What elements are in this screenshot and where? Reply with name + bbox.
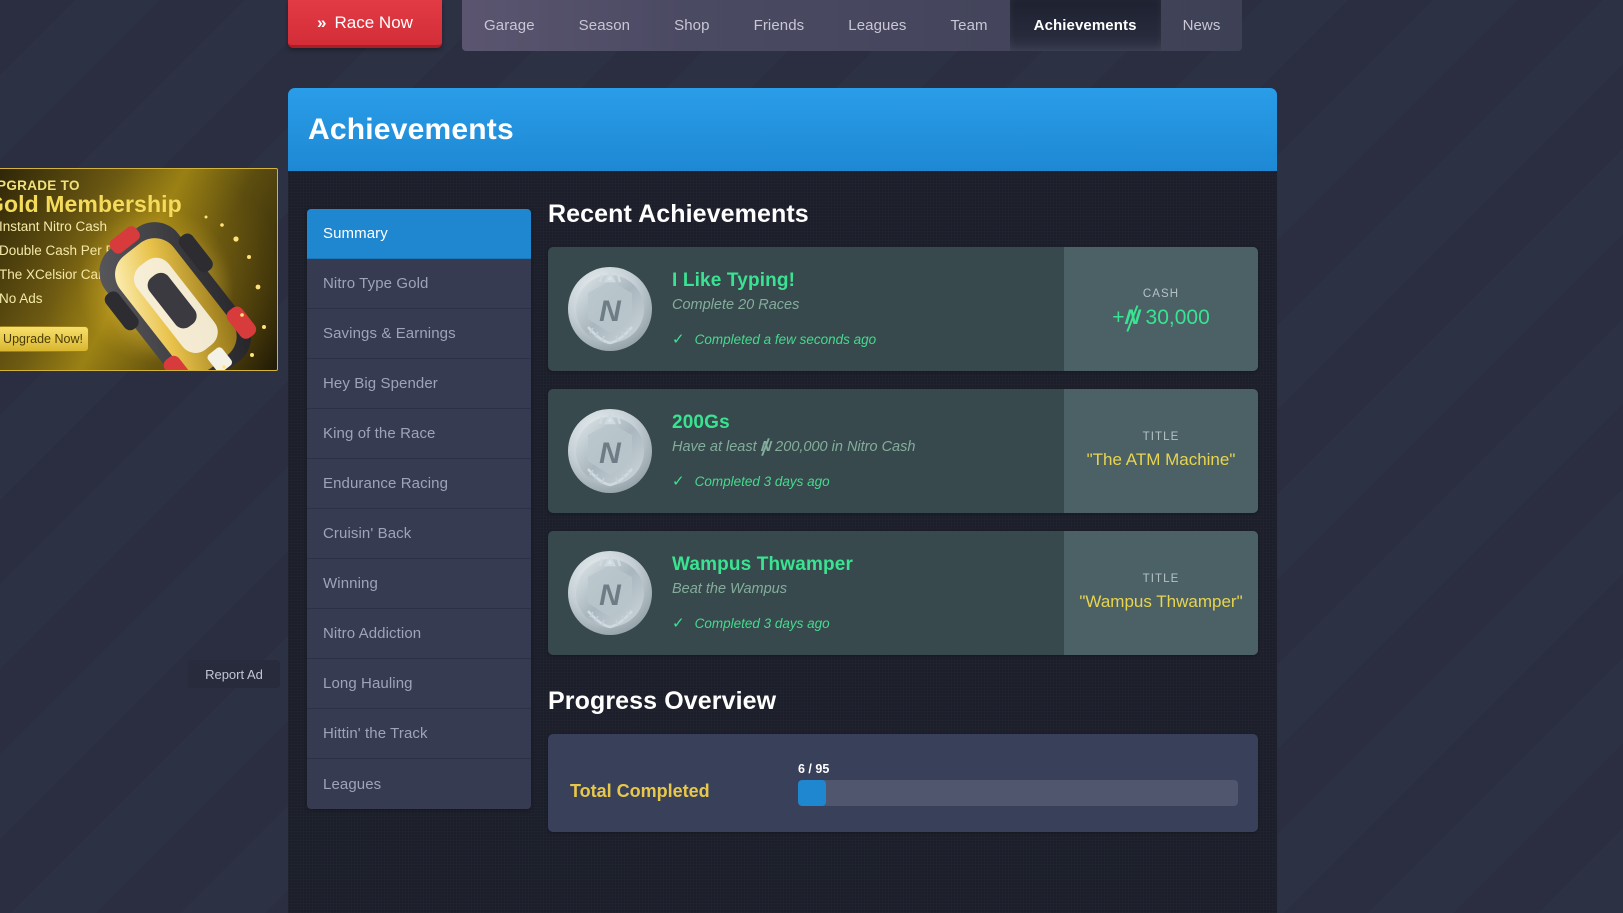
top-navigation: » Race Now Garage Season Shop Friends Le… bbox=[0, 0, 1623, 52]
achievement-text: 200Gs Have at least N 200,000 in Nitro C… bbox=[672, 412, 1048, 490]
progress-count: 6 / 95 bbox=[798, 762, 830, 776]
list-item: The XCelsior Car bbox=[0, 267, 137, 282]
progress-bar-fill bbox=[798, 780, 826, 806]
race-now-label: Race Now bbox=[334, 12, 413, 32]
nitro-cash-icon: N bbox=[1123, 306, 1141, 329]
sidebar-item-summary[interactable]: Summary bbox=[307, 209, 531, 259]
upgrade-now-button[interactable]: Upgrade Now! bbox=[0, 326, 89, 352]
achievement-status-label: Completed a few seconds ago bbox=[694, 331, 877, 347]
gold-membership-ad[interactable]: UPGRADE TO Gold Membership Instant Nitro… bbox=[0, 168, 278, 371]
achievement-text: Wampus Thwamper Beat the Wampus ✓ Comple… bbox=[672, 554, 1048, 632]
silver-medal-icon: N bbox=[566, 407, 654, 495]
description-suffix: 200,000 in Nitro Cash bbox=[771, 439, 916, 455]
sidebar-item-nitro-addiction[interactable]: Nitro Addiction bbox=[307, 609, 531, 659]
achievement-status-label: Completed 3 days ago bbox=[694, 473, 830, 489]
reward-label: TITLE bbox=[1142, 430, 1180, 443]
achievements-panel: Achievements Summary Nitro Type Gold Sav… bbox=[288, 88, 1277, 913]
achievement-text: I Like Typing! Complete 20 Races ✓ Compl… bbox=[672, 270, 1048, 348]
silver-medal-icon: N M bbox=[566, 265, 654, 353]
svg-text:N: N bbox=[599, 437, 622, 470]
svg-text:N: N bbox=[599, 579, 622, 612]
achievement-reward: CASH +N 30,000 bbox=[1064, 247, 1258, 371]
sidebar-item-king-of-the-race[interactable]: King of the Race bbox=[307, 409, 531, 459]
achievement-description: Beat the Wampus bbox=[672, 581, 787, 597]
sidebar-item-endurance-racing[interactable]: Endurance Racing bbox=[307, 459, 531, 509]
tab-news[interactable]: News bbox=[1161, 0, 1243, 51]
sidebar-item-winning[interactable]: Winning bbox=[307, 559, 531, 609]
achievement-name: Wampus Thwamper bbox=[672, 554, 854, 575]
achievement-card[interactable]: N Wampus Thwamper Beat the Wampus ✓ Comp… bbox=[548, 531, 1258, 655]
check-icon: ✓ bbox=[672, 615, 685, 632]
silver-medal-icon: N bbox=[566, 549, 654, 637]
ad-benefit-label: No Ads bbox=[0, 291, 43, 306]
nav-tabs: Garage Season Shop Friends Leagues Team … bbox=[462, 0, 1243, 51]
achievement-card[interactable]: N 200Gs Have at least N 200,000 in Nitro… bbox=[548, 389, 1258, 513]
reward-label: TITLE bbox=[1142, 572, 1180, 585]
achievement-card[interactable]: N M I Like Typing! Complete 20 Races bbox=[548, 247, 1258, 371]
ad-benefit-label: The XCelsior Car bbox=[0, 267, 103, 282]
tab-season[interactable]: Season bbox=[557, 0, 652, 51]
list-item: Double Cash Per Race bbox=[0, 243, 137, 258]
sidebar-item-hey-big-spender[interactable]: Hey Big Spender bbox=[307, 359, 531, 409]
sidebar-item-nitro-type-gold[interactable]: Nitro Type Gold bbox=[307, 259, 531, 309]
ad-benefit-list: Instant Nitro Cash Double Cash Per Race … bbox=[0, 219, 137, 315]
ad-benefit-label: Instant Nitro Cash bbox=[0, 219, 108, 234]
report-ad-button[interactable]: Report Ad bbox=[188, 660, 280, 688]
progress-row: Total Completed 6 / 95 bbox=[570, 762, 1238, 806]
achievement-description: Have at least N 200,000 in Nitro Cash bbox=[672, 439, 1048, 455]
tab-friends[interactable]: Friends bbox=[732, 0, 827, 51]
achievement-status-label: Completed 3 days ago bbox=[694, 615, 830, 631]
check-icon: ✓ bbox=[672, 473, 685, 490]
reward-plus-sign: + bbox=[1112, 306, 1125, 329]
achievement-card-body: N M I Like Typing! Complete 20 Races bbox=[548, 247, 1064, 371]
achievement-status: ✓ Completed 3 days ago bbox=[672, 614, 1048, 632]
achievement-status: ✓ Completed 3 days ago bbox=[672, 472, 1048, 490]
check-icon: ✓ bbox=[672, 331, 685, 348]
tab-shop[interactable]: Shop bbox=[652, 0, 731, 51]
sidebar-item-leagues[interactable]: Leagues bbox=[307, 759, 531, 809]
list-item: Instant Nitro Cash bbox=[0, 219, 137, 234]
progress-bar[interactable] bbox=[798, 780, 1238, 806]
achievement-reward: TITLE "Wampus Thwamper" bbox=[1064, 531, 1258, 655]
ad-benefit-label: Double Cash Per Race bbox=[0, 243, 138, 258]
page-root: » Race Now Garage Season Shop Friends Le… bbox=[0, 0, 1623, 913]
progress-label: Total Completed bbox=[570, 781, 710, 801]
nitro-cash-icon: N bbox=[759, 439, 772, 455]
tab-team[interactable]: Team bbox=[929, 0, 1010, 51]
tab-garage[interactable]: Garage bbox=[462, 0, 557, 51]
reward-value: "The ATM Machine" bbox=[1086, 449, 1236, 469]
achievement-category-sidebar: Summary Nitro Type Gold Savings & Earnin… bbox=[307, 209, 531, 809]
reward-label: CASH bbox=[1142, 288, 1180, 300]
achievement-card-body: N 200Gs Have at least N 200,000 in Nitro… bbox=[548, 389, 1064, 513]
ad-headline: Gold Membership bbox=[0, 191, 182, 217]
svg-text:N: N bbox=[599, 295, 622, 328]
achievement-card-body: N Wampus Thwamper Beat the Wampus ✓ Comp… bbox=[548, 531, 1064, 655]
race-now-button[interactable]: » Race Now bbox=[288, 0, 442, 48]
achievement-name: 200Gs bbox=[672, 412, 730, 433]
sidebar-item-long-hauling[interactable]: Long Hauling bbox=[307, 659, 531, 709]
page-header-banner: Achievements bbox=[288, 88, 1277, 171]
reward-value: +N 30,000 bbox=[1112, 306, 1210, 330]
sidebar-item-hittin-the-track[interactable]: Hittin' the Track bbox=[307, 709, 531, 759]
recent-achievements-heading: Recent Achievements bbox=[548, 200, 809, 228]
progress-overview-section: Progress Overview Total Completed 6 / 95 bbox=[548, 687, 1270, 832]
sidebar-item-savings-earnings[interactable]: Savings & Earnings bbox=[307, 309, 531, 359]
achievements-content: Recent Achievements N I Like Typing! Com… bbox=[548, 200, 1270, 832]
page-title: Achievements bbox=[308, 112, 514, 146]
achievement-reward: TITLE "The ATM Machine" bbox=[1064, 389, 1258, 513]
achievement-name: I Like Typing! bbox=[672, 270, 796, 291]
achievement-status: ✓ Completed a few seconds ago bbox=[672, 330, 1048, 348]
double-chevron-right-icon: » bbox=[317, 12, 327, 32]
reward-value: "Wampus Thwamper" bbox=[1079, 591, 1243, 611]
achievement-description: Complete 20 Races bbox=[672, 297, 800, 313]
tab-leagues[interactable]: Leagues bbox=[826, 0, 928, 51]
progress-meter: 6 / 95 bbox=[798, 762, 1238, 806]
tab-achievements[interactable]: Achievements bbox=[1009, 0, 1161, 51]
description-prefix: Have at least bbox=[672, 439, 761, 455]
progress-overview-heading: Progress Overview bbox=[548, 687, 777, 715]
progress-card: Total Completed 6 / 95 bbox=[548, 734, 1258, 832]
reward-amount: 30,000 bbox=[1145, 306, 1210, 329]
sidebar-item-cruisin-back[interactable]: Cruisin' Back bbox=[307, 509, 531, 559]
list-item: No Ads bbox=[0, 291, 137, 306]
